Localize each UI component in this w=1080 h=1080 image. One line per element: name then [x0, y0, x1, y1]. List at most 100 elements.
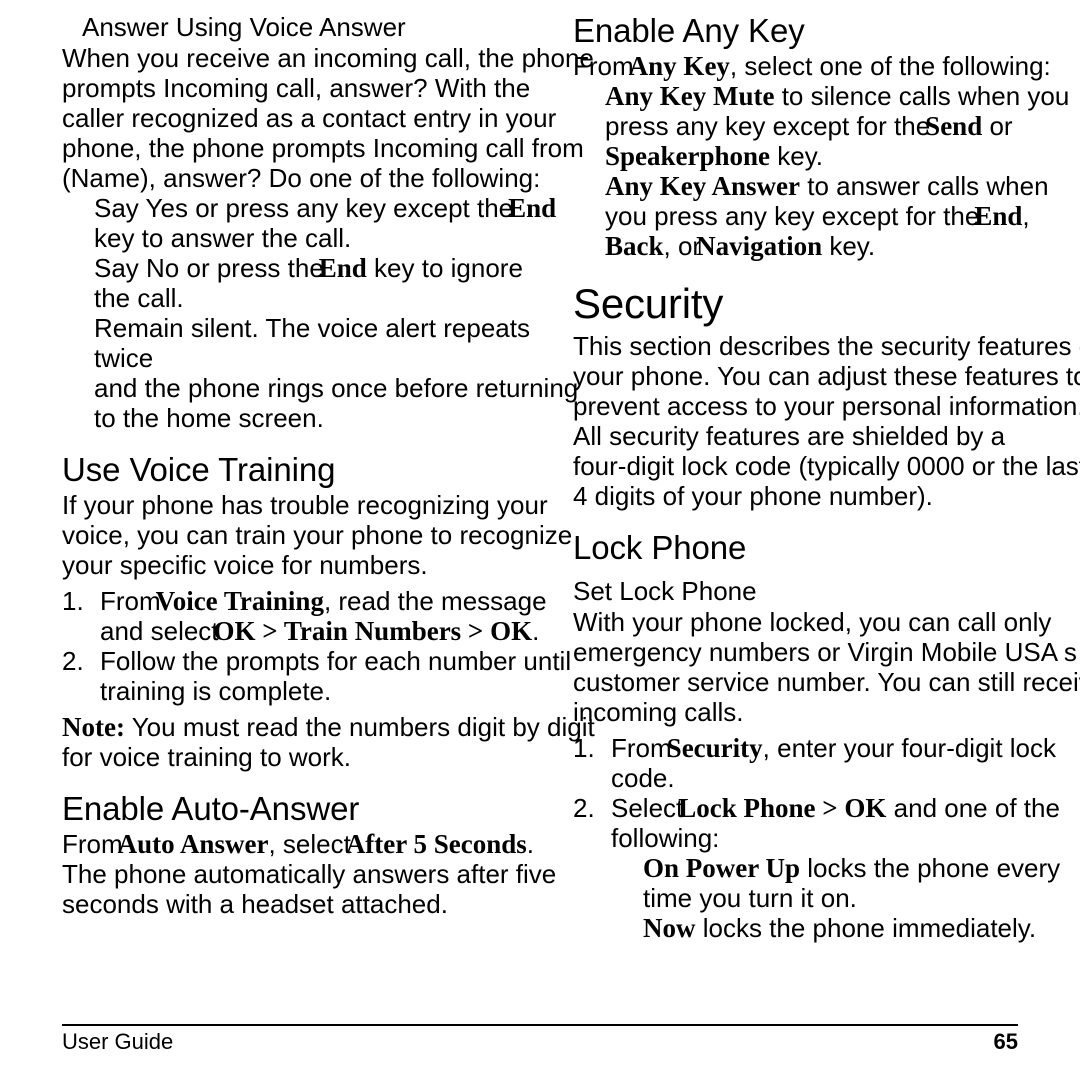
- text-run: locks the phone immediately.: [695, 913, 1037, 943]
- ui-term-any-key-mute: Any Key Mute: [605, 81, 775, 111]
- text-line: Back, orNavigation key.: [605, 231, 1080, 261]
- text-line: you press any key except for theEnd,: [605, 201, 1080, 231]
- ui-term-any-key: Any Key: [628, 51, 730, 81]
- heading-enable-any-key: Enable Any Key: [573, 12, 805, 49]
- text-line: Follow the prompts for each number until: [100, 646, 572, 676]
- ui-term-send: Send: [925, 111, 983, 141]
- bullet-any-key-mute: Any Key Mute to silence calls when you p…: [605, 81, 1080, 171]
- text-line: This section describes the security feat…: [573, 331, 1080, 361]
- text-run: and one of the: [886, 793, 1060, 823]
- list-item: 1. FromVoice Training, read the message …: [62, 586, 582, 646]
- text-run: key.: [822, 231, 876, 261]
- user-guide-page: Answer Using Voice Answer When you recei…: [0, 0, 1080, 1080]
- list-number: 1.: [573, 733, 595, 763]
- text-run: Select: [611, 793, 684, 823]
- bullet-remain-silent: Remain silent. The voice alert repeats t…: [94, 313, 582, 433]
- text-line: Say No or press theEnd key to ignore: [94, 253, 582, 283]
- text-run: From: [100, 586, 161, 616]
- footer-divider: [62, 1024, 1018, 1026]
- list-number: 2.: [573, 793, 595, 823]
- text-line: Remain silent. The voice alert repeats t…: [94, 313, 530, 373]
- heading-answer-using-voice-answer: Answer Using Voice Answer: [82, 12, 406, 42]
- list-item: 2. SelectLock Phone > OK and one of the …: [573, 793, 1080, 853]
- footer-label: User Guide: [62, 1029, 174, 1054]
- text-line: customer service number. You can still r…: [573, 667, 1080, 697]
- ordered-list-lock-phone: 1. FromSecurity, enter your four-digit l…: [573, 733, 1080, 853]
- ui-term-any-key-answer: Any Key Answer: [605, 171, 800, 201]
- text-line: With your phone locked, you can call onl…: [573, 607, 1052, 637]
- text-line: time you turn it on.: [643, 883, 857, 913]
- heading-use-voice-training: Use Voice Training: [62, 451, 336, 488]
- text-line: FromAny Key, select one of the following…: [573, 51, 1080, 81]
- ui-term-voice-training: Voice Training: [155, 586, 324, 616]
- text-line: the call.: [94, 283, 184, 313]
- ui-term-lock-phone-ok: Lock Phone > OK: [678, 793, 887, 823]
- text-line: to the home screen.: [94, 403, 324, 433]
- text-run: to silence calls when you: [774, 81, 1070, 111]
- text-run: key to ignore: [366, 253, 523, 283]
- bullet-any-key-answer: Any Key Answer to answer calls when you …: [605, 171, 1080, 261]
- text-line: On Power Up locks the phone every: [643, 853, 1080, 883]
- paragraph-incoming-call: When you receive an incoming call, the p…: [62, 43, 594, 193]
- text-run: to answer calls when: [800, 171, 1049, 201]
- text-line: press any key except for theSend or: [605, 111, 1080, 141]
- note-label: Note:: [62, 712, 125, 742]
- list-item: 1. FromSecurity, enter your four-digit l…: [573, 733, 1080, 793]
- text-run: key.: [770, 141, 824, 171]
- text-line: phone, the phone prompts Incoming call f…: [62, 133, 584, 163]
- note-paragraph: Note: You must read the numbers digit by…: [62, 712, 595, 772]
- text-line: 4 digits of your phone number).: [573, 481, 933, 511]
- text-line: Note: You must read the numbers digit by…: [62, 712, 595, 742]
- text-line: your phone. You can adjust these feature…: [573, 361, 1080, 391]
- paragraph-any-key: FromAny Key, select one of the following…: [573, 51, 1080, 81]
- text-line: If your phone has trouble recognizing yo…: [62, 490, 548, 520]
- text-run: you press any key except for the: [605, 201, 980, 231]
- text-run: From: [62, 829, 123, 859]
- text-line: Any Key Mute to silence calls when you: [605, 81, 1080, 111]
- text-line: training is complete.: [100, 676, 332, 706]
- ui-term-auto-answer: Auto Answer: [117, 829, 269, 859]
- text-line: Now locks the phone immediately.: [643, 913, 1080, 943]
- ui-term-ok-train-numbers: OK > Train Numbers > OK: [213, 616, 533, 646]
- ui-term-end: End: [508, 193, 557, 223]
- text-run: From: [573, 51, 634, 81]
- ui-term-now: Now: [643, 913, 696, 943]
- text-line: prevent access to your personal informat…: [573, 391, 1080, 421]
- ordered-list-voice-training: 1. FromVoice Training, read the message …: [62, 586, 582, 706]
- text-run: locks the phone every: [800, 853, 1061, 883]
- list-number: 1.: [62, 586, 84, 616]
- text-line: seconds with a headset attached.: [62, 889, 448, 919]
- text-run: ,: [1022, 201, 1030, 231]
- ui-term-back: Back: [605, 231, 664, 261]
- text-line: SelectLock Phone > OK and one of the: [611, 793, 1080, 823]
- text-line: following:: [611, 823, 720, 853]
- text-line: (Name), answer? Do one of the following:: [62, 163, 541, 193]
- text-line: and the phone rings once before returnin…: [94, 373, 579, 403]
- ui-term-end: End: [974, 201, 1023, 231]
- text-line: your specific voice for numbers.: [62, 550, 428, 580]
- bullet-say-no: Say No or press theEnd key to ignore the…: [94, 253, 582, 313]
- text-line: key to answer the call.: [94, 223, 352, 253]
- text-line: FromVoice Training, read the message: [100, 586, 582, 616]
- text-line: When you receive an incoming call, the p…: [62, 43, 594, 73]
- text-line: caller recognized as a contact entry in …: [62, 103, 557, 133]
- text-line: and selectOK > Train Numbers > OK.: [100, 616, 582, 646]
- text-run: You must read the numbers digit by digit: [124, 712, 595, 742]
- text-line: for voice training to work.: [62, 742, 352, 772]
- text-line: emergency numbers or Virgin Mobile USA s: [573, 637, 1077, 667]
- text-line: FromSecurity, enter your four-digit lock: [611, 733, 1080, 763]
- right-column: Enable Any Key FromAny Key, select one o…: [573, 0, 1080, 943]
- ui-term-end: End: [318, 253, 367, 283]
- text-line: FromAuto Answer, selectAfter 5 Seconds.: [62, 829, 582, 859]
- text-run: , read the message: [323, 586, 547, 616]
- text-line: prompts Incoming call, answer? With the: [62, 73, 531, 103]
- text-line: four-digit lock code (typically 0000 or …: [573, 451, 1080, 481]
- sub-bullet-now: Now locks the phone immediately.: [643, 913, 1080, 943]
- paragraph-auto-answer: FromAuto Answer, selectAfter 5 Seconds. …: [62, 829, 582, 919]
- heading-set-lock-phone: Set Lock Phone: [573, 576, 757, 606]
- text-run: From: [611, 733, 672, 763]
- ui-term-speakerphone: Speakerphone: [605, 141, 771, 171]
- ui-term-navigation: Navigation: [696, 231, 823, 261]
- sub-bullet-on-power-up: On Power Up locks the phone every time y…: [643, 853, 1080, 913]
- left-column: Answer Using Voice Answer When you recei…: [62, 0, 595, 919]
